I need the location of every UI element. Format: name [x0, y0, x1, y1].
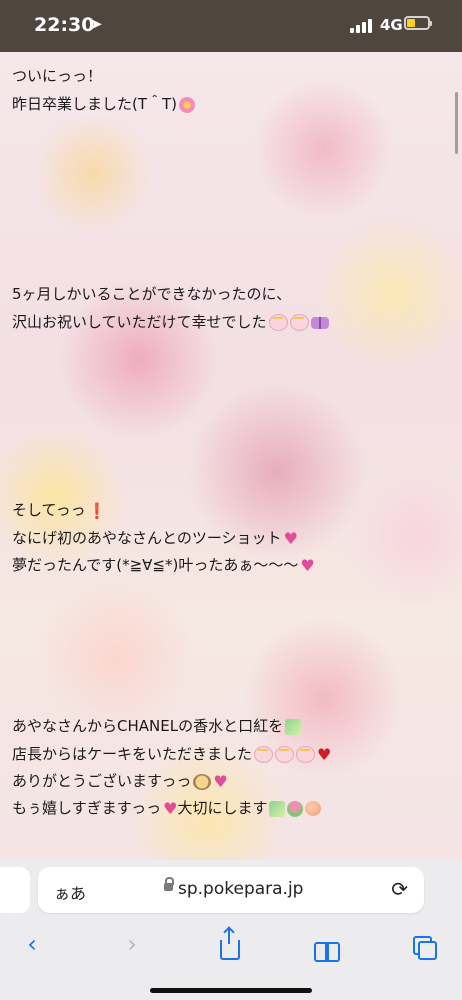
book-icon — [314, 942, 340, 962]
pleading-face-icon — [254, 746, 274, 763]
battery-icon — [404, 16, 432, 30]
blog-post-content[interactable]: ついにっっ！ 昨日卒業しました(T＾T) 5ヶ月しかいることができなかったのに、… — [0, 52, 462, 860]
share-icon — [220, 928, 240, 960]
post-line: 夢だったんです(*≧∀≦*)叶ったあぁ〜〜〜 ♥ — [12, 555, 315, 575]
tabs-icon — [413, 936, 437, 960]
post-line: 沢山お祝いしていただけて幸せでした — [12, 312, 329, 332]
sparkle-icon — [285, 718, 302, 735]
post-line: なにげ初のあやなさんとのツーショット ♥ — [12, 528, 298, 548]
post-line: 昨日卒業しました(T＾T) — [12, 94, 196, 114]
location-arrow-icon: ➤ — [90, 15, 103, 33]
pink-heart-icon: ♥ — [283, 528, 298, 548]
address-bar[interactable]: ぁあ sp.pokepara.jp ⟳ — [38, 867, 424, 913]
post-line: 店長からはケーキをいただきました ♥ — [12, 744, 332, 764]
cherry-blossom-icon — [179, 96, 196, 113]
status-time: 22:30 — [34, 14, 95, 36]
princess-face-icon — [289, 314, 309, 331]
post-line: ありがとうございますっっ ♥ — [12, 771, 228, 791]
back-button[interactable]: ‹ — [12, 926, 52, 962]
princess-face-icon — [296, 746, 316, 763]
share-button[interactable] — [210, 926, 250, 962]
pink-heart-icon: ♥ — [213, 771, 228, 791]
reload-icon[interactable]: ⟳ — [391, 877, 408, 901]
pink-heart-icon: ♥ — [300, 555, 315, 575]
post-line: 5ヶ月しかいることができなかったのに、 — [12, 285, 292, 303]
forward-button[interactable]: › — [112, 926, 152, 962]
network-type: 4G — [380, 16, 403, 34]
peach-heart-icon — [305, 801, 322, 816]
sparkle-icon — [269, 800, 286, 817]
post-line: ついにっっ！ — [12, 67, 103, 85]
page-settings-button[interactable]: ぁあ — [54, 880, 86, 904]
bouquet-icon — [287, 800, 304, 817]
address-bar-area: ぁあ sp.pokepara.jp ⟳ — [0, 860, 462, 922]
status-bar: 22:30 ➤ 4G — [0, 0, 462, 52]
red-exclamation-icon: ❗ — [87, 501, 107, 520]
url-text[interactable]: sp.pokepara.jp — [178, 879, 303, 899]
home-indicator[interactable] — [150, 988, 312, 993]
scrollbar[interactable] — [455, 92, 458, 154]
bowing-person-icon — [193, 773, 212, 790]
previous-tab-preview[interactable] — [0, 867, 30, 913]
tabs-button[interactable] — [404, 926, 444, 962]
ribbon-icon — [310, 316, 329, 329]
princess-face-icon — [268, 314, 288, 331]
post-line: そしてっっ ❗ — [12, 501, 107, 520]
red-heart-icon: ♥ — [317, 744, 332, 764]
bookmarks-button[interactable] — [307, 926, 347, 962]
pink-heart-icon: ♥ — [163, 798, 178, 818]
lock-icon — [164, 877, 174, 891]
post-line: もぅ嬉しすぎますっっ ♥大切にします — [12, 798, 322, 819]
pleading-face-icon — [275, 746, 295, 763]
post-line: あやなさんからCHANELの香水と口紅を — [12, 716, 302, 736]
signal-icon — [350, 17, 374, 33]
